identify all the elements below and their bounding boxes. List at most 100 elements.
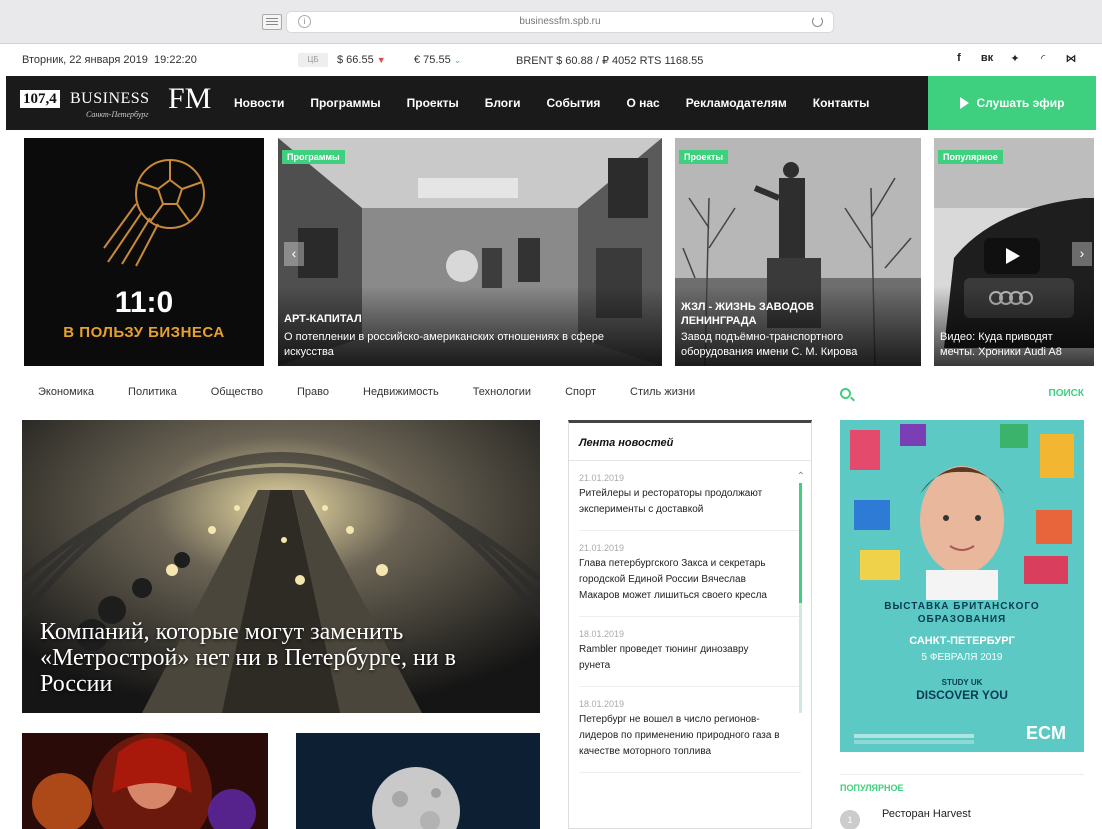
feed-item-text[interactable]: Ритейлеры и рестораторы продолжают экспе… xyxy=(579,486,781,518)
slide-rubric: ЖЗЛ - ЖИЗНЬ ЗАВОДОВ ЛЕНИНГРАДА xyxy=(681,301,815,327)
nav-item-projects[interactable]: Проекты xyxy=(407,96,459,110)
slider-next-button[interactable]: › xyxy=(1072,242,1092,266)
logo-frequency: 107,4 xyxy=(20,90,60,108)
reader-view-icon[interactable] xyxy=(262,14,282,30)
article-thumb-moon[interactable] xyxy=(296,733,540,829)
listen-label: Слушать эфир xyxy=(976,96,1065,110)
promo-score: 11:0 xyxy=(114,286,174,319)
promo-banner[interactable]: 11:0 В ПОЛЬЗУ БИЗНЕСА xyxy=(24,138,264,366)
vk-icon[interactable]: вк xyxy=(980,52,994,65)
category-economy[interactable]: Экономика xyxy=(38,386,94,398)
cb-badge: ЦБ xyxy=(298,53,328,67)
address-bar[interactable]: businessfm.spb.ru xyxy=(286,11,834,33)
category-law[interactable]: Право xyxy=(297,386,329,398)
category-realty[interactable]: Недвижимость xyxy=(363,386,439,398)
nav-item-about[interactable]: О нас xyxy=(626,96,659,110)
video-play-button[interactable] xyxy=(984,238,1040,274)
popular-title: популярное xyxy=(840,774,1084,793)
feed-scrollbar[interactable] xyxy=(799,483,802,713)
date-text: Вторник, 22 января 2019 xyxy=(22,54,148,66)
category-nav: Экономика Политика Общество Право Недвиж… xyxy=(38,386,695,398)
category-politics[interactable]: Политика xyxy=(128,386,177,398)
ad-city: САНКТ-ПЕТЕРБУРГ xyxy=(909,635,1015,647)
rss-icon[interactable]: ◜ xyxy=(1036,52,1050,65)
slide-caption[interactable]: О потеплении в российско-американских от… xyxy=(284,330,656,360)
slide-caption[interactable]: Завод подъёмно-транспортного оборудовани… xyxy=(681,330,915,360)
nav-item-contacts[interactable]: Контакты xyxy=(813,96,870,110)
article-thumb-crystal-ball[interactable] xyxy=(22,733,268,829)
popular-item[interactable]: 1 Ресторан Harvest xyxy=(840,800,1084,829)
feed-item[interactable]: 21.01.2019 Глава петербургского Заксa и … xyxy=(579,531,801,617)
nav-item-advertisers[interactable]: Рекламодателям xyxy=(686,96,787,110)
category-sport[interactable]: Спорт xyxy=(565,386,596,398)
slide-card-zhzl[interactable]: Проекты ЖЗЛ - ЖИЗНЬ ЗАВОДОВ ЛЕНИНГРАДА З… xyxy=(675,138,921,366)
slider-prev-button[interactable]: ‹ xyxy=(284,242,304,266)
logo-city: Санкт-Петербург xyxy=(86,110,149,119)
ad-illustration xyxy=(840,420,1084,600)
browser-toolbar: businessfm.spb.ru i xyxy=(0,0,1102,44)
eur-rate: € 75.55 ⌄ xyxy=(414,54,461,66)
time-text: 19:22:20 xyxy=(154,54,197,66)
feed-item[interactable]: 18.01.2019 Петербург не вошел в число ре… xyxy=(579,687,801,773)
eur-value: € 75.55 xyxy=(414,54,451,66)
ad-fineprint xyxy=(854,734,974,738)
category-tech[interactable]: Технологии xyxy=(473,386,531,398)
moon-photo xyxy=(296,733,540,829)
feed-item-text[interactable]: Rambler проведет тюнинг динозавру рунета xyxy=(579,642,781,674)
popular-rank: 1 xyxy=(840,810,860,829)
ticker-bar: Вторник, 22 января 2019 19:22:20 ЦБ $ 66… xyxy=(0,44,1102,76)
usd-rate: $ 66.55 ▼ xyxy=(337,54,386,66)
facebook-icon[interactable]: f xyxy=(952,52,966,65)
feed-item-text[interactable]: Глава петербургского Заксa и секретарь г… xyxy=(579,556,781,604)
nav-menu: Новости Программы Проекты Блоги События … xyxy=(234,76,869,130)
ad-study: STUDY UK xyxy=(941,678,983,687)
category-society[interactable]: Общество xyxy=(211,386,263,398)
chevron-down-icon: ⌄ xyxy=(453,55,462,65)
slide-card-audi[interactable]: Популярное Видео: Куда приводят мечты. Х… xyxy=(934,138,1094,366)
slide-tag[interactable]: Проекты xyxy=(679,150,729,164)
current-datetime: Вторник, 22 января 2019 19:22:20 xyxy=(22,54,197,66)
slide-tag[interactable]: Популярное xyxy=(938,150,1003,164)
feature-title[interactable]: Компаний, которые могут заменить «Метрос… xyxy=(40,619,520,697)
listen-live-button[interactable]: Слушать эфир xyxy=(928,76,1096,130)
popular-text[interactable]: Ресторан Harvest xyxy=(882,808,971,820)
ad-banner[interactable]: ВЫСТАВКА БРИТАНСКОГО ОБРАЗОВАНИЯ САНКТ-П… xyxy=(840,420,1084,752)
nav-item-blogs[interactable]: Блоги xyxy=(485,96,521,110)
feed-item[interactable]: 21.01.2019 Ритейлеры и рестораторы продо… xyxy=(579,461,801,531)
category-lifestyle[interactable]: Стиль жизни xyxy=(630,386,695,398)
slide-rubric: АРТ-КАПИТАЛ xyxy=(284,313,362,325)
nav-item-news[interactable]: Новости xyxy=(234,96,284,110)
play-icon xyxy=(1006,248,1020,264)
slide-card-art-capital[interactable]: Программы АРТ-КАПИТАЛ О потеплении в рос… xyxy=(278,138,662,366)
search-bar[interactable]: ПОИСК xyxy=(840,388,1084,406)
chevron-up-icon[interactable]: ⌃ xyxy=(797,471,805,482)
soccer-ball-icon xyxy=(103,159,205,267)
search-label[interactable]: ПОИСК xyxy=(1049,388,1084,399)
site-logo[interactable]: 107,4 BUSINESS FM Санкт-Петербург xyxy=(20,84,211,124)
fortune-teller-photo xyxy=(22,733,268,829)
feed-item[interactable]: 18.01.2019 Rambler проведет тюнинг диноз… xyxy=(579,617,801,687)
feed-title: Лента новостей xyxy=(569,423,811,461)
ad-headline: ВЫСТАВКА БРИТАНСКОГО ОБРАЗОВАНИЯ xyxy=(884,601,1040,625)
feature-article[interactable]: Компаний, которые могут заменить «Метрос… xyxy=(22,420,540,713)
twitter-icon[interactable]: ✦ xyxy=(1008,52,1022,65)
nav-item-programs[interactable]: Программы xyxy=(310,96,380,110)
feed-item-date: 21.01.2019 xyxy=(579,543,625,553)
slide-tag[interactable]: Программы xyxy=(282,150,345,164)
ad-brand-logo: ECM xyxy=(1026,723,1066,743)
down-arrow-icon: ▼ xyxy=(376,55,386,65)
ad-date: 5 ФЕВРАЛЯ 2019 xyxy=(921,652,1003,663)
url-text: businessfm.spb.ru xyxy=(519,16,601,27)
ad-discover: DISCOVER YOU xyxy=(916,688,1008,702)
nav-item-events[interactable]: События xyxy=(547,96,601,110)
slide-caption[interactable]: Видео: Куда приводят мечты. Хроники Audi… xyxy=(940,330,1088,360)
yandex-icon[interactable]: ⋈ xyxy=(1064,52,1078,65)
search-icon[interactable] xyxy=(840,388,851,399)
info-icon[interactable]: i xyxy=(298,15,311,28)
feed-item-text[interactable]: Петербург не вошел в число регионов-лиде… xyxy=(579,712,781,760)
feed-item-date: 21.01.2019 xyxy=(579,473,625,483)
reload-icon[interactable] xyxy=(812,16,823,27)
logo-business: BUSINESS xyxy=(70,90,150,107)
social-links: f вк ✦ ◜ ⋈ xyxy=(952,52,1078,65)
brent-rts: BRENT $ 60.88 / ₽ 4052 RTS 1168.55 xyxy=(516,55,704,67)
